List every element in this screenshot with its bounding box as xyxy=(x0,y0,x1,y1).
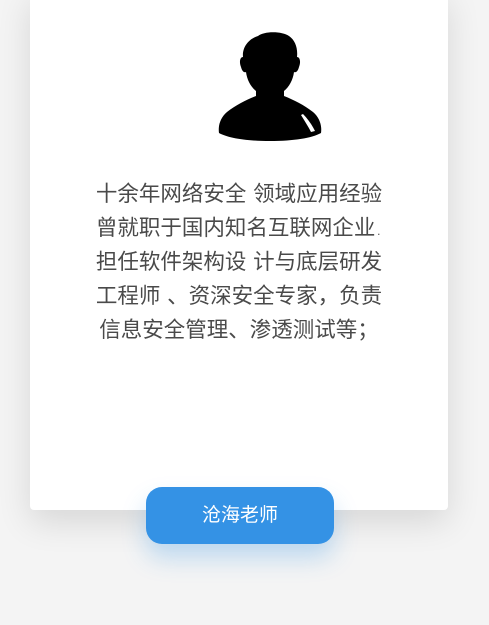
bio-line: 曾就职于国内知名互联网企业. xyxy=(95,216,383,241)
bio-line: 担任软件架构设 计与底层研发 xyxy=(95,250,383,275)
teacher-bio: 十余年网络安全 领域应用经验 曾就职于国内知名互联网企业. 担任软件架构设 计与… xyxy=(60,178,418,348)
teacher-card: 十余年网络安全 领域应用经验 曾就职于国内知名互联网企业. 担任软件架构设 计与… xyxy=(30,0,448,510)
bio-line: 十余年网络安全 领域应用经验 xyxy=(95,182,383,207)
person-silhouette-icon xyxy=(218,32,322,141)
bio-line: 信息安全管理、渗透测试等； xyxy=(99,318,379,343)
teacher-name-button[interactable]: 沧海老师 xyxy=(146,487,334,544)
bio-line: 工程师 、资深安全专家，负责 xyxy=(95,284,383,309)
